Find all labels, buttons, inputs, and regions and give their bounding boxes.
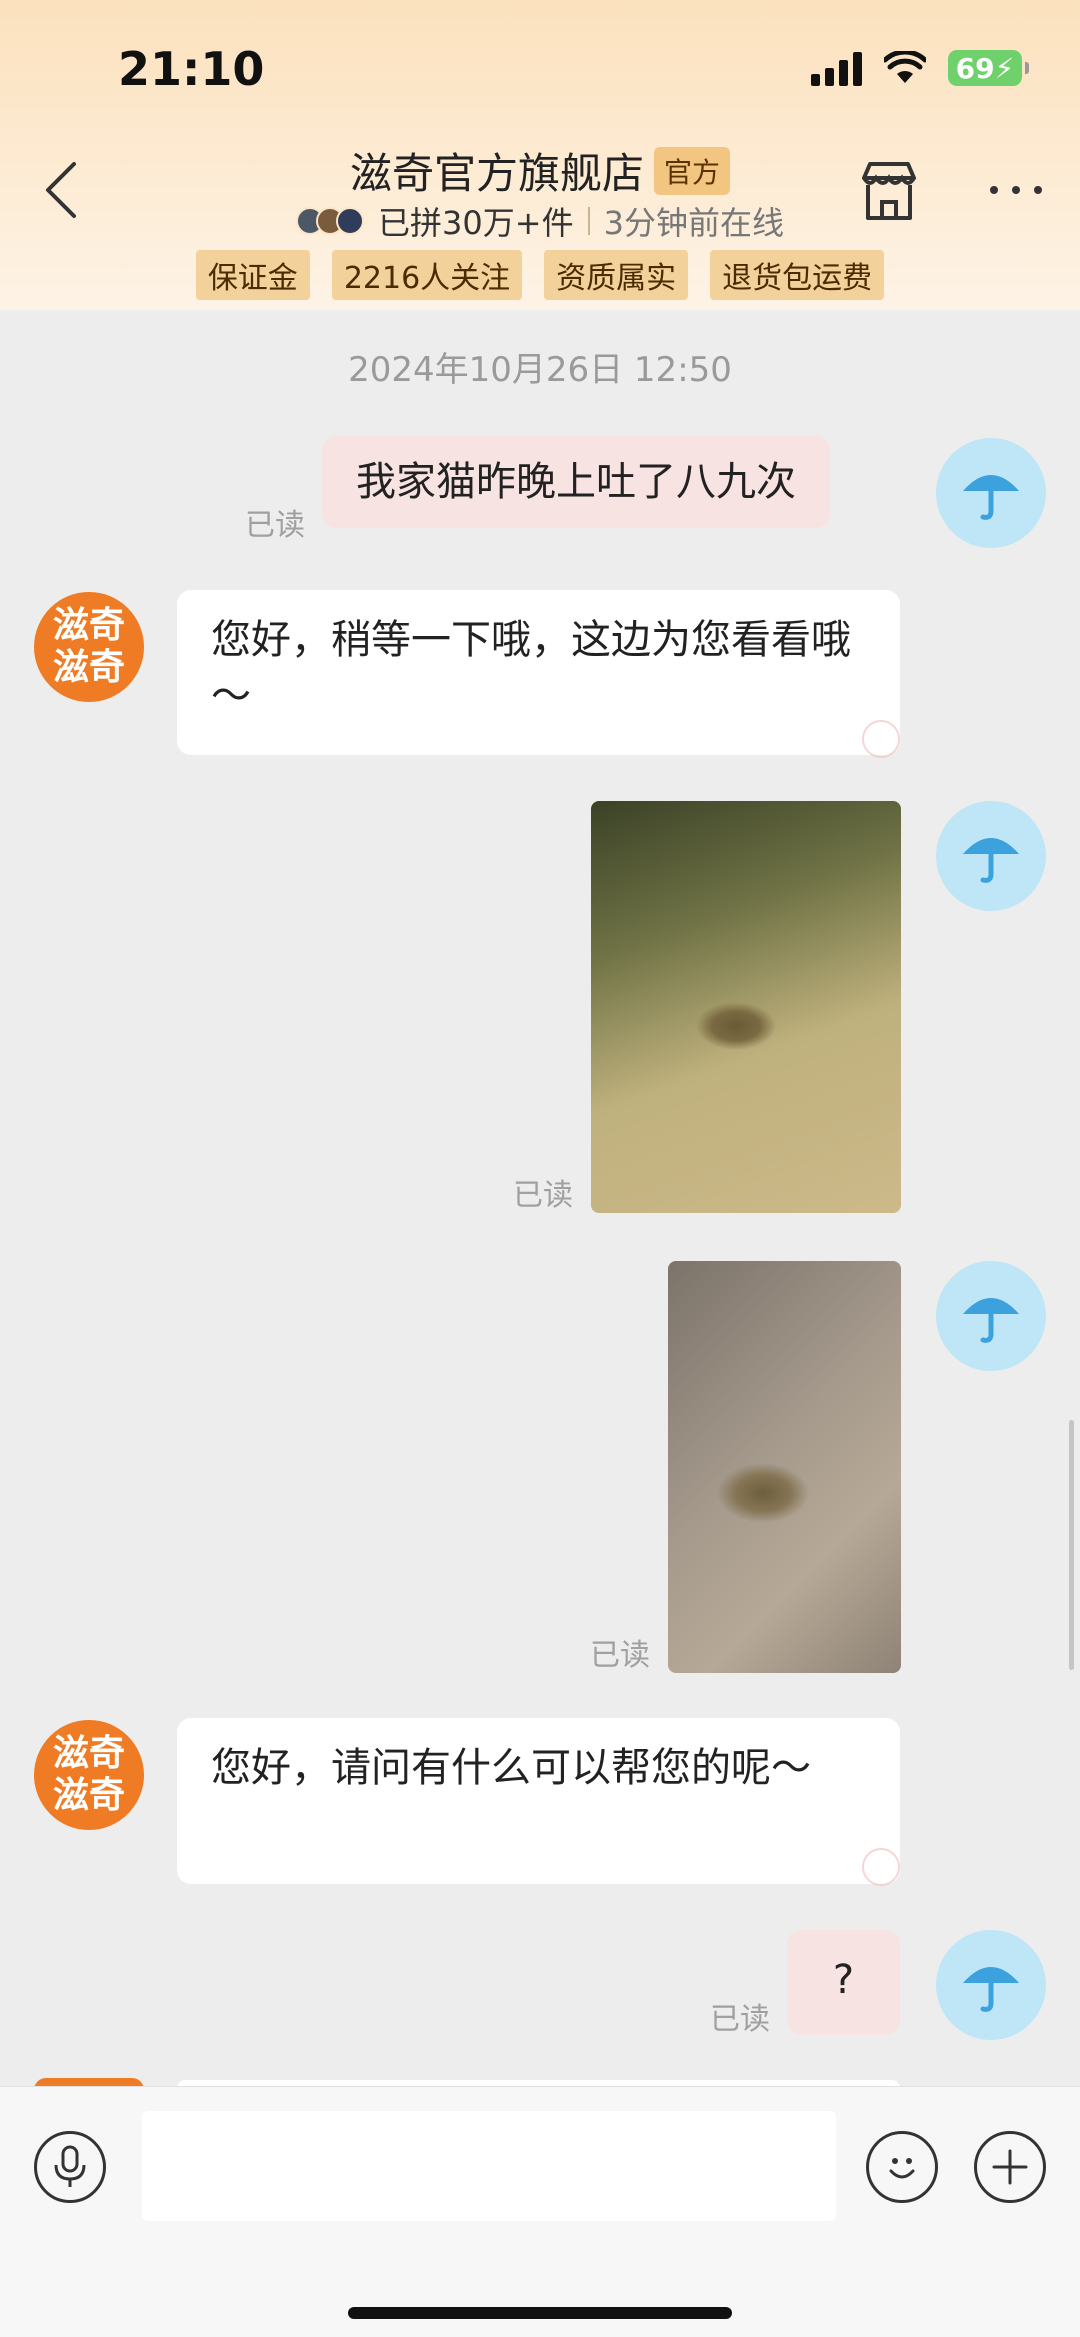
shop-avatar-text: 滋奇 xyxy=(52,1775,125,1816)
photo-message[interactable] xyxy=(591,801,901,1213)
umbrella-icon xyxy=(963,1967,1019,2012)
user-avatar[interactable] xyxy=(936,1930,1046,2040)
user-avatar[interactable] xyxy=(936,801,1046,911)
message-input[interactable] xyxy=(142,2111,836,2221)
battery-icon: 69 ⚡ xyxy=(948,50,1029,86)
mic-icon xyxy=(54,2145,86,2187)
shop-avatar[interactable]: 滋奇 滋奇 xyxy=(34,1720,144,1830)
shop-avatar[interactable]: 滋奇 滋奇 xyxy=(34,592,144,702)
shop-avatar-text: 滋奇 xyxy=(52,647,125,688)
user-avatar[interactable] xyxy=(936,438,1046,548)
store-button[interactable] xyxy=(856,158,922,224)
stats-divider xyxy=(587,207,590,235)
tag-deposit[interactable]: 保证金 xyxy=(195,250,310,300)
buyer-avatars xyxy=(296,207,365,235)
emoji-button[interactable] xyxy=(866,2131,938,2203)
status-time: 21:10 xyxy=(118,42,265,96)
online-status: 3分钟前在线 xyxy=(603,204,784,242)
umbrella-icon xyxy=(963,475,1019,520)
plus-icon xyxy=(992,2149,1028,2185)
tag-verified[interactable]: 资质属实 xyxy=(544,250,689,300)
watermark-icon xyxy=(862,720,900,758)
tag-followers[interactable]: 2216人关注 xyxy=(331,250,523,300)
chat-header: 21:10 69 ⚡ 滋奇官方旗舰店 官方 已拼30万+件 3分钟前在线 保证金 … xyxy=(0,0,1080,310)
my-message-bubble[interactable]: 我家猫昨晚上吐了八九次 xyxy=(322,436,830,528)
shop-avatar-text: 滋奇 xyxy=(52,1733,125,1774)
store-tags: 保证金 2216人关注 资质属实 退货包运费 xyxy=(0,250,1080,300)
shop-message-bubble[interactable]: 您好，请问有什么可以帮您的呢～ xyxy=(177,1718,900,1884)
chat-timestamp: 2024年10月26日 12:50 xyxy=(348,350,732,390)
umbrella-icon xyxy=(963,838,1019,883)
tag-return-shipping[interactable]: 退货包运费 xyxy=(710,250,885,300)
store-icon xyxy=(862,162,916,220)
emoji-icon xyxy=(889,2158,915,2179)
plus-button[interactable] xyxy=(974,2131,1046,2203)
status-icons: 69 ⚡ xyxy=(811,50,1029,86)
voice-button[interactable] xyxy=(34,2131,106,2203)
read-receipt: 已读 xyxy=(245,508,305,543)
read-receipt: 已读 xyxy=(590,1638,650,1673)
wifi-icon xyxy=(884,51,926,83)
my-message-bubble[interactable]: ? xyxy=(787,1930,900,2035)
sales-count: 已拼30万+件 xyxy=(378,204,574,242)
shop-avatar-text: 滋奇 xyxy=(52,605,125,646)
signal-icon xyxy=(811,50,862,86)
home-indicator xyxy=(348,2307,732,2319)
more-icon[interactable] xyxy=(990,180,1050,200)
scrollbar[interactable] xyxy=(1069,1420,1074,1670)
input-bar xyxy=(0,2086,1080,2337)
official-badge: 官方 xyxy=(654,146,731,195)
watermark-icon xyxy=(862,1848,900,1886)
photo-message[interactable] xyxy=(668,1261,901,1673)
umbrella-icon xyxy=(963,1298,1019,1343)
user-avatar[interactable] xyxy=(936,1261,1046,1371)
battery-level: 69 xyxy=(955,51,995,85)
read-receipt: 已读 xyxy=(710,2002,770,2037)
store-name[interactable]: 滋奇官方旗舰店 xyxy=(350,140,644,201)
read-receipt: 已读 xyxy=(513,1178,573,1213)
shop-message-bubble[interactable]: 您好，稍等一下哦，这边为您看看哦～ xyxy=(177,590,900,755)
